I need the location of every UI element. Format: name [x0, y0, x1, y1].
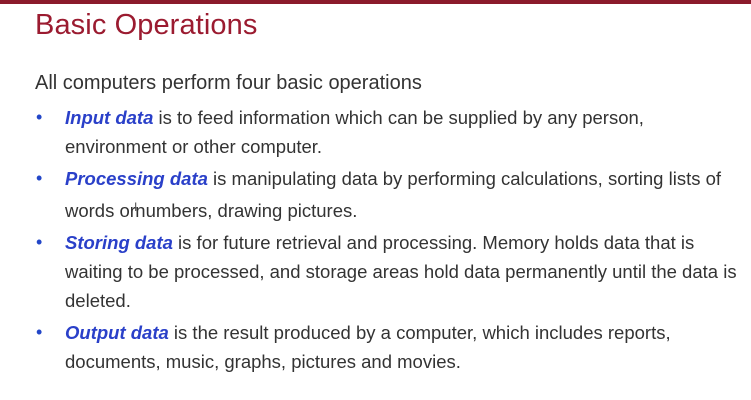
bullet-processing-data: • Processing data is manipulating data b… [36, 164, 741, 225]
slide-title: Basic Operations [35, 9, 258, 41]
bullet-icon: • [36, 107, 43, 127]
bullet-term: Processing data [65, 168, 208, 189]
intro-text: All computers perform four basic operati… [35, 72, 422, 94]
bullet-term: Storing data [65, 232, 173, 253]
presentation-slide: Basic Operations All computers perform f… [0, 0, 751, 400]
bullet-text-continued: numbers, drawing pictures. [135, 200, 358, 221]
bullet-icon: • [36, 322, 43, 342]
bullet-icon: • [36, 232, 43, 252]
bullet-term: Input data [65, 107, 154, 128]
bullet-icon: • [36, 168, 43, 188]
bullet-input-data: • Input data is to feed information whic… [36, 103, 741, 161]
bullet-output-data: • Output data is the result produced by … [36, 318, 741, 376]
top-rule [0, 0, 751, 4]
bullet-term: Output data [65, 322, 169, 343]
bullet-storing-data: • Storing data is for future retrieval a… [36, 228, 741, 315]
bullet-list: • Input data is to feed information whic… [36, 103, 741, 379]
